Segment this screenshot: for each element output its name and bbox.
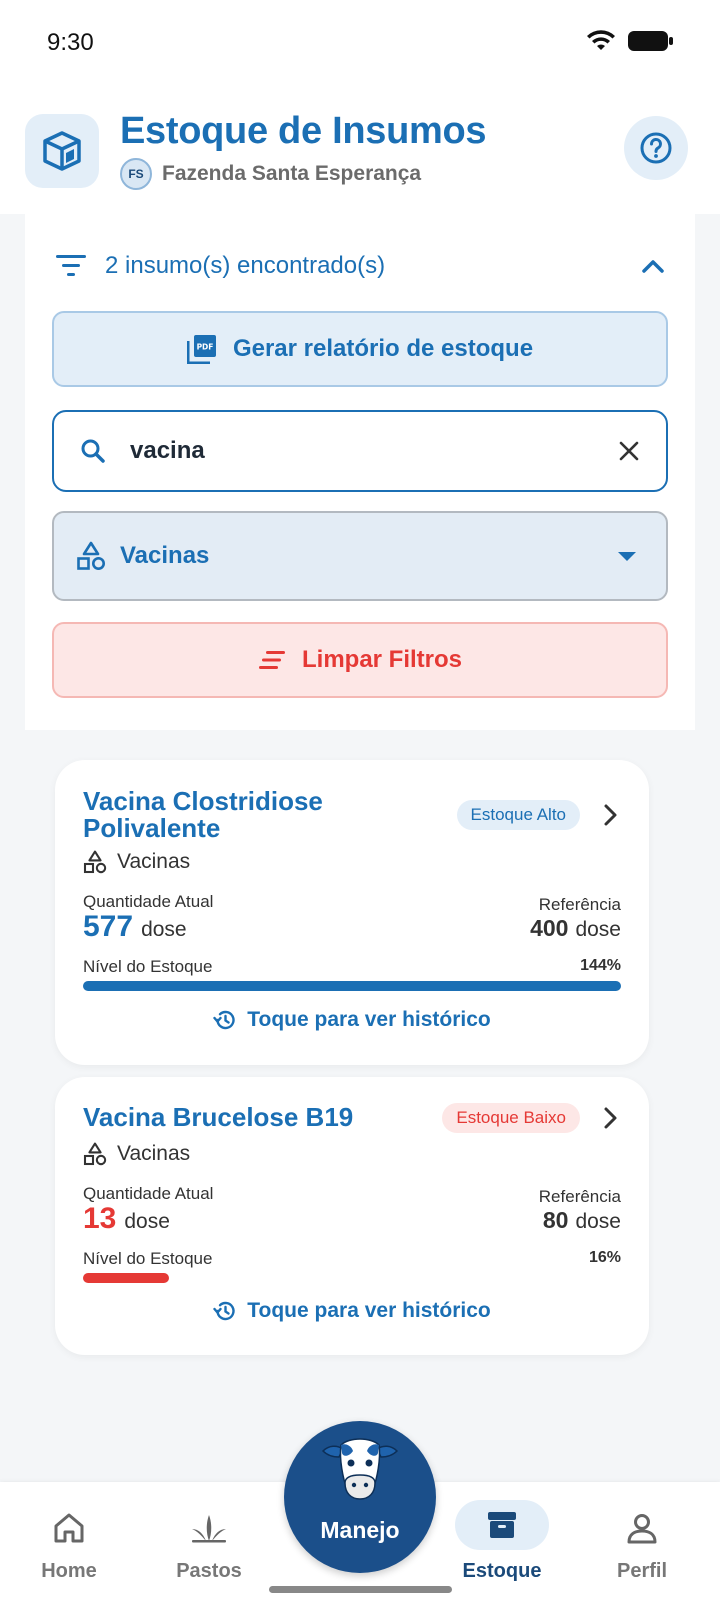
item-title: Vacina Brucelose B19: [83, 1104, 353, 1131]
view-history-label: Toque para ver histórico: [247, 1008, 491, 1031]
chevron-right-icon[interactable]: [603, 1106, 619, 1130]
status-badge: Estoque Baixo: [442, 1103, 580, 1133]
person-icon: [627, 1514, 657, 1544]
nav-home[interactable]: Home: [9, 1482, 129, 1606]
archive-icon: [488, 1512, 516, 1538]
reference-unit: dose: [575, 918, 621, 941]
category-selected: Vacinas: [120, 542, 210, 569]
nav-estoque-pill: [455, 1500, 549, 1550]
reference-label: Referência: [538, 895, 621, 914]
farm-name: Fazenda Santa Esperança: [162, 162, 422, 185]
svg-text:PDF: PDF: [197, 343, 214, 352]
current-quantity-unit: dose: [141, 918, 187, 941]
nav-home-label: Home: [41, 1560, 97, 1582]
home-indicator: [269, 1586, 452, 1593]
filter-icon: [56, 255, 86, 276]
history-icon: [213, 1010, 235, 1030]
generate-report-button[interactable]: PDF Gerar relatório de estoque: [52, 311, 668, 387]
chevron-right-icon[interactable]: [603, 803, 619, 827]
filter-panel: 2 insumo(s) encontrado(s) PDF Gerar rela…: [25, 214, 695, 730]
current-quantity-value: 577: [83, 910, 134, 943]
battery-icon: [628, 31, 673, 51]
stock-level-fill: [83, 1273, 170, 1283]
current-quantity-label: Quantidade Atual: [83, 1184, 214, 1203]
clear-filter-icon: [258, 651, 285, 669]
reference-unit: dose: [575, 1210, 621, 1233]
category-dropdown[interactable]: Vacinas: [52, 511, 668, 601]
clear-filters-button[interactable]: Limpar Filtros: [52, 622, 668, 698]
item-category-label: Vacinas: [117, 1142, 191, 1165]
manejo-label: Manejo: [320, 1517, 400, 1543]
nav-estoque[interactable]: Estoque: [442, 1482, 562, 1606]
item-title: Vacina Clostridiose Polivalente: [83, 788, 323, 842]
view-history-link[interactable]: Toque para ver histórico: [55, 1008, 649, 1032]
stock-card[interactable]: Vacina Brucelose B19 Estoque Baixo Vacin…: [55, 1077, 649, 1355]
item-category-label: Vacinas: [117, 850, 191, 873]
status-icons: [586, 30, 674, 52]
history-icon: [213, 1301, 235, 1321]
status-time: 9:30: [47, 29, 94, 56]
reference-value: 80: [542, 1207, 569, 1233]
current-quantity: 577 dose: [83, 910, 187, 944]
status-badge: Estoque Alto: [456, 800, 580, 830]
category-shapes-icon: [77, 541, 105, 570]
clear-filters-label: Limpar Filtros: [301, 646, 463, 673]
stock-level-bar: [83, 981, 621, 991]
generate-report-label: Gerar relatório de estoque: [232, 335, 534, 362]
app-logo: [25, 114, 99, 188]
stock-card[interactable]: Vacina Clostridiose Polivalente Estoque …: [55, 760, 649, 1065]
reference-label: Referência: [538, 1187, 621, 1206]
current-quantity-value: 13: [83, 1202, 117, 1235]
stock-level-label: Nível do Estoque: [83, 957, 213, 976]
wifi-icon: [587, 30, 615, 50]
item-category: Vacinas: [83, 850, 190, 874]
stock-level-bar: [83, 1273, 621, 1283]
close-icon[interactable]: [618, 440, 640, 462]
stock-level-fill: [83, 981, 621, 991]
farm-selector[interactable]: FS Fazenda Santa Esperança: [120, 158, 421, 190]
nav-pastos-label: Pastos: [176, 1560, 242, 1582]
view-history-link[interactable]: Toque para ver histórico: [55, 1299, 649, 1323]
search-input[interactable]: [130, 437, 570, 465]
reference-quantity: 400 dose: [530, 915, 621, 942]
current-quantity-label: Quantidade Atual: [83, 892, 214, 911]
app-header: Estoque de Insumos FS Fazenda Santa Espe…: [0, 84, 720, 214]
status-bar: 9:30: [0, 0, 720, 84]
cow-icon: [321, 1438, 399, 1500]
item-title-line: Polivalente: [83, 813, 221, 843]
nav-perfil-label: Perfil: [616, 1560, 668, 1582]
category-shapes-icon: [83, 1142, 107, 1166]
results-count: 2 insumo(s) encontrado(s): [105, 252, 386, 279]
item-title-line: Vacina Brucelose B19: [83, 1102, 354, 1132]
current-quantity-unit: dose: [124, 1210, 170, 1233]
search-field[interactable]: [52, 410, 668, 492]
grass-icon: [192, 1515, 226, 1543]
nav-perfil[interactable]: Perfil: [582, 1482, 702, 1606]
manejo-button[interactable]: Manejo: [284, 1421, 436, 1573]
nav-estoque-label: Estoque: [462, 1560, 542, 1582]
reference-quantity: 80 dose: [543, 1207, 621, 1234]
farm-avatar: FS: [120, 158, 152, 190]
pdf-icon: PDF: [186, 335, 216, 364]
item-title-line: Vacina Clostridiose: [83, 786, 323, 816]
filter-summary-toggle[interactable]: 2 insumo(s) encontrado(s): [55, 244, 665, 288]
reference-value: 400: [530, 915, 569, 941]
view-history-label: Toque para ver histórico: [247, 1299, 491, 1322]
box-icon: [43, 131, 81, 171]
stock-level-percent: 144%: [580, 957, 621, 974]
nav-pastos[interactable]: Pastos: [149, 1482, 269, 1606]
item-category: Vacinas: [83, 1142, 190, 1166]
category-shapes-icon: [83, 850, 107, 874]
stock-level-label: Nível do Estoque: [83, 1249, 213, 1268]
home-icon: [54, 1513, 84, 1543]
dropdown-arrow-icon: [618, 551, 636, 561]
help-icon: [640, 132, 672, 164]
chevron-up-icon: [642, 260, 664, 273]
page-title: Estoque de Insumos: [120, 110, 487, 152]
current-quantity: 13 dose: [83, 1202, 170, 1236]
stock-level-percent: 16%: [588, 1249, 621, 1266]
search-icon: [81, 439, 105, 463]
help-button[interactable]: [624, 116, 688, 180]
